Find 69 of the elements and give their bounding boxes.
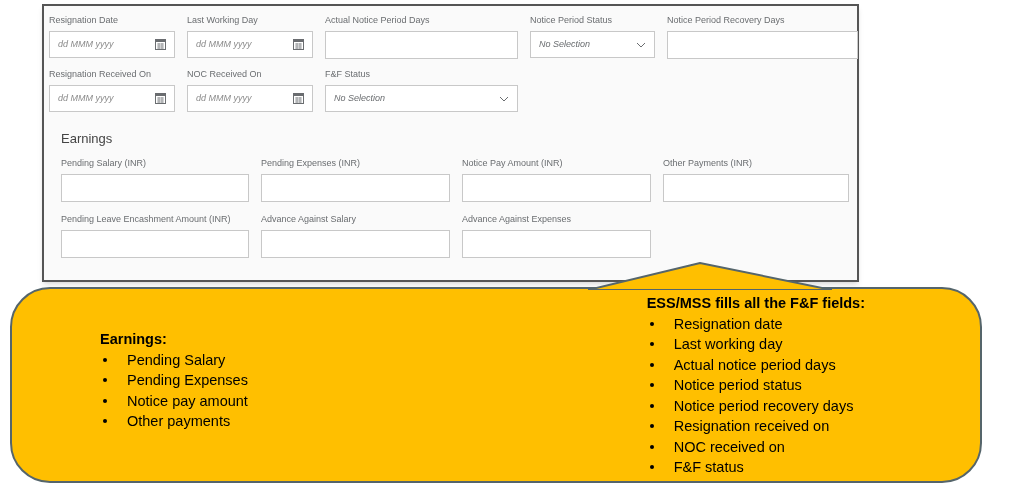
field-label: NOC Received On: [187, 70, 263, 79]
bullet-text: Other payments: [127, 412, 231, 431]
date-placeholder: dd MMM yyyy: [196, 37, 252, 51]
callout-heading: ESS/MSS fills all the F&F fields:: [646, 294, 865, 313]
field-label: Advance Against Salary: [261, 215, 358, 224]
field-label: F&F Status: [325, 70, 371, 79]
bullet-icon: [649, 342, 654, 347]
bullet-icon: [649, 465, 654, 470]
field-label: Pending Salary (INR): [61, 159, 148, 168]
field-label: Notice Period Status: [530, 16, 614, 25]
chevron-down-icon[interactable]: [636, 41, 646, 48]
field-label: Notice Period Recovery Days: [667, 16, 786, 25]
dropdown-placeholder: No Selection: [539, 37, 591, 51]
field-label: Last Working Day: [187, 16, 259, 25]
bullet-icon: [103, 378, 107, 383]
input-field[interactable]: [261, 230, 450, 258]
bullet-icon: [103, 357, 107, 362]
field-label: Other Payments (INR): [663, 159, 754, 168]
bullet-icon: [649, 403, 654, 408]
bullet-text: Notice period status: [673, 376, 802, 395]
calendar-icon[interactable]: [155, 39, 166, 50]
date-field[interactable]: dd MMM yyyy: [187, 31, 313, 58]
input-field[interactable]: [61, 230, 249, 258]
bullet-text: Notice period recovery days: [673, 396, 854, 416]
dropdown-field[interactable]: No Selection: [530, 31, 655, 58]
bullet-text: F&F status: [673, 458, 744, 477]
bullet-text: Actual notice period days: [673, 355, 836, 375]
date-placeholder: dd MMM yyyy: [58, 91, 114, 105]
date-field[interactable]: dd MMM yyyy: [49, 31, 175, 58]
field-label: Notice Pay Amount (INR): [462, 159, 564, 168]
field-label: Actual Notice Period Days: [325, 16, 431, 25]
input-field[interactable]: [667, 31, 858, 59]
bullet-text: Pending Expenses: [127, 371, 248, 390]
date-field[interactable]: dd MMM yyyy: [49, 85, 175, 112]
field-label: Advance Against Expenses: [462, 215, 573, 224]
field-label: Pending Expenses (INR): [261, 159, 362, 168]
dropdown-field[interactable]: No Selection: [325, 85, 518, 112]
input-field[interactable]: [261, 174, 450, 202]
bullet-text: Pending Salary: [127, 350, 226, 370]
dropdown-placeholder: No Selection: [334, 91, 386, 105]
field-label: Resignation Date: [49, 16, 120, 25]
bullet-icon: [103, 398, 107, 403]
field-label: Pending Leave Encashment Amount (INR): [61, 215, 232, 224]
bullet-icon: [649, 321, 654, 326]
field-label: Resignation Received On: [49, 70, 153, 79]
bullet-text: Resignation received on: [673, 417, 830, 436]
input-field[interactable]: [325, 31, 518, 59]
bullet-icon: [649, 362, 654, 367]
date-placeholder: dd MMM yyyy: [196, 91, 252, 105]
bullet-icon: [103, 419, 107, 424]
date-placeholder: dd MMM yyyy: [58, 37, 114, 51]
bullet-text: Resignation date: [673, 314, 783, 334]
calendar-icon[interactable]: [155, 93, 166, 104]
input-field[interactable]: [61, 174, 249, 202]
section-title: Earnings: [61, 132, 114, 145]
calendar-icon[interactable]: [293, 39, 304, 50]
callout-heading: Earnings:: [100, 330, 168, 349]
date-field[interactable]: dd MMM yyyy: [187, 85, 313, 112]
calendar-icon[interactable]: [293, 93, 304, 104]
bullet-text: NOC received on: [673, 437, 785, 457]
bullet-icon: [649, 383, 654, 388]
bullet-icon: [649, 424, 654, 429]
bullet-text: Notice pay amount: [127, 391, 248, 411]
input-field[interactable]: [462, 230, 651, 258]
chevron-down-icon[interactable]: [499, 95, 509, 102]
bullet-text: Last working day: [673, 335, 783, 354]
bullet-icon: [649, 444, 654, 449]
input-field[interactable]: [663, 174, 849, 202]
input-field[interactable]: [462, 174, 651, 202]
